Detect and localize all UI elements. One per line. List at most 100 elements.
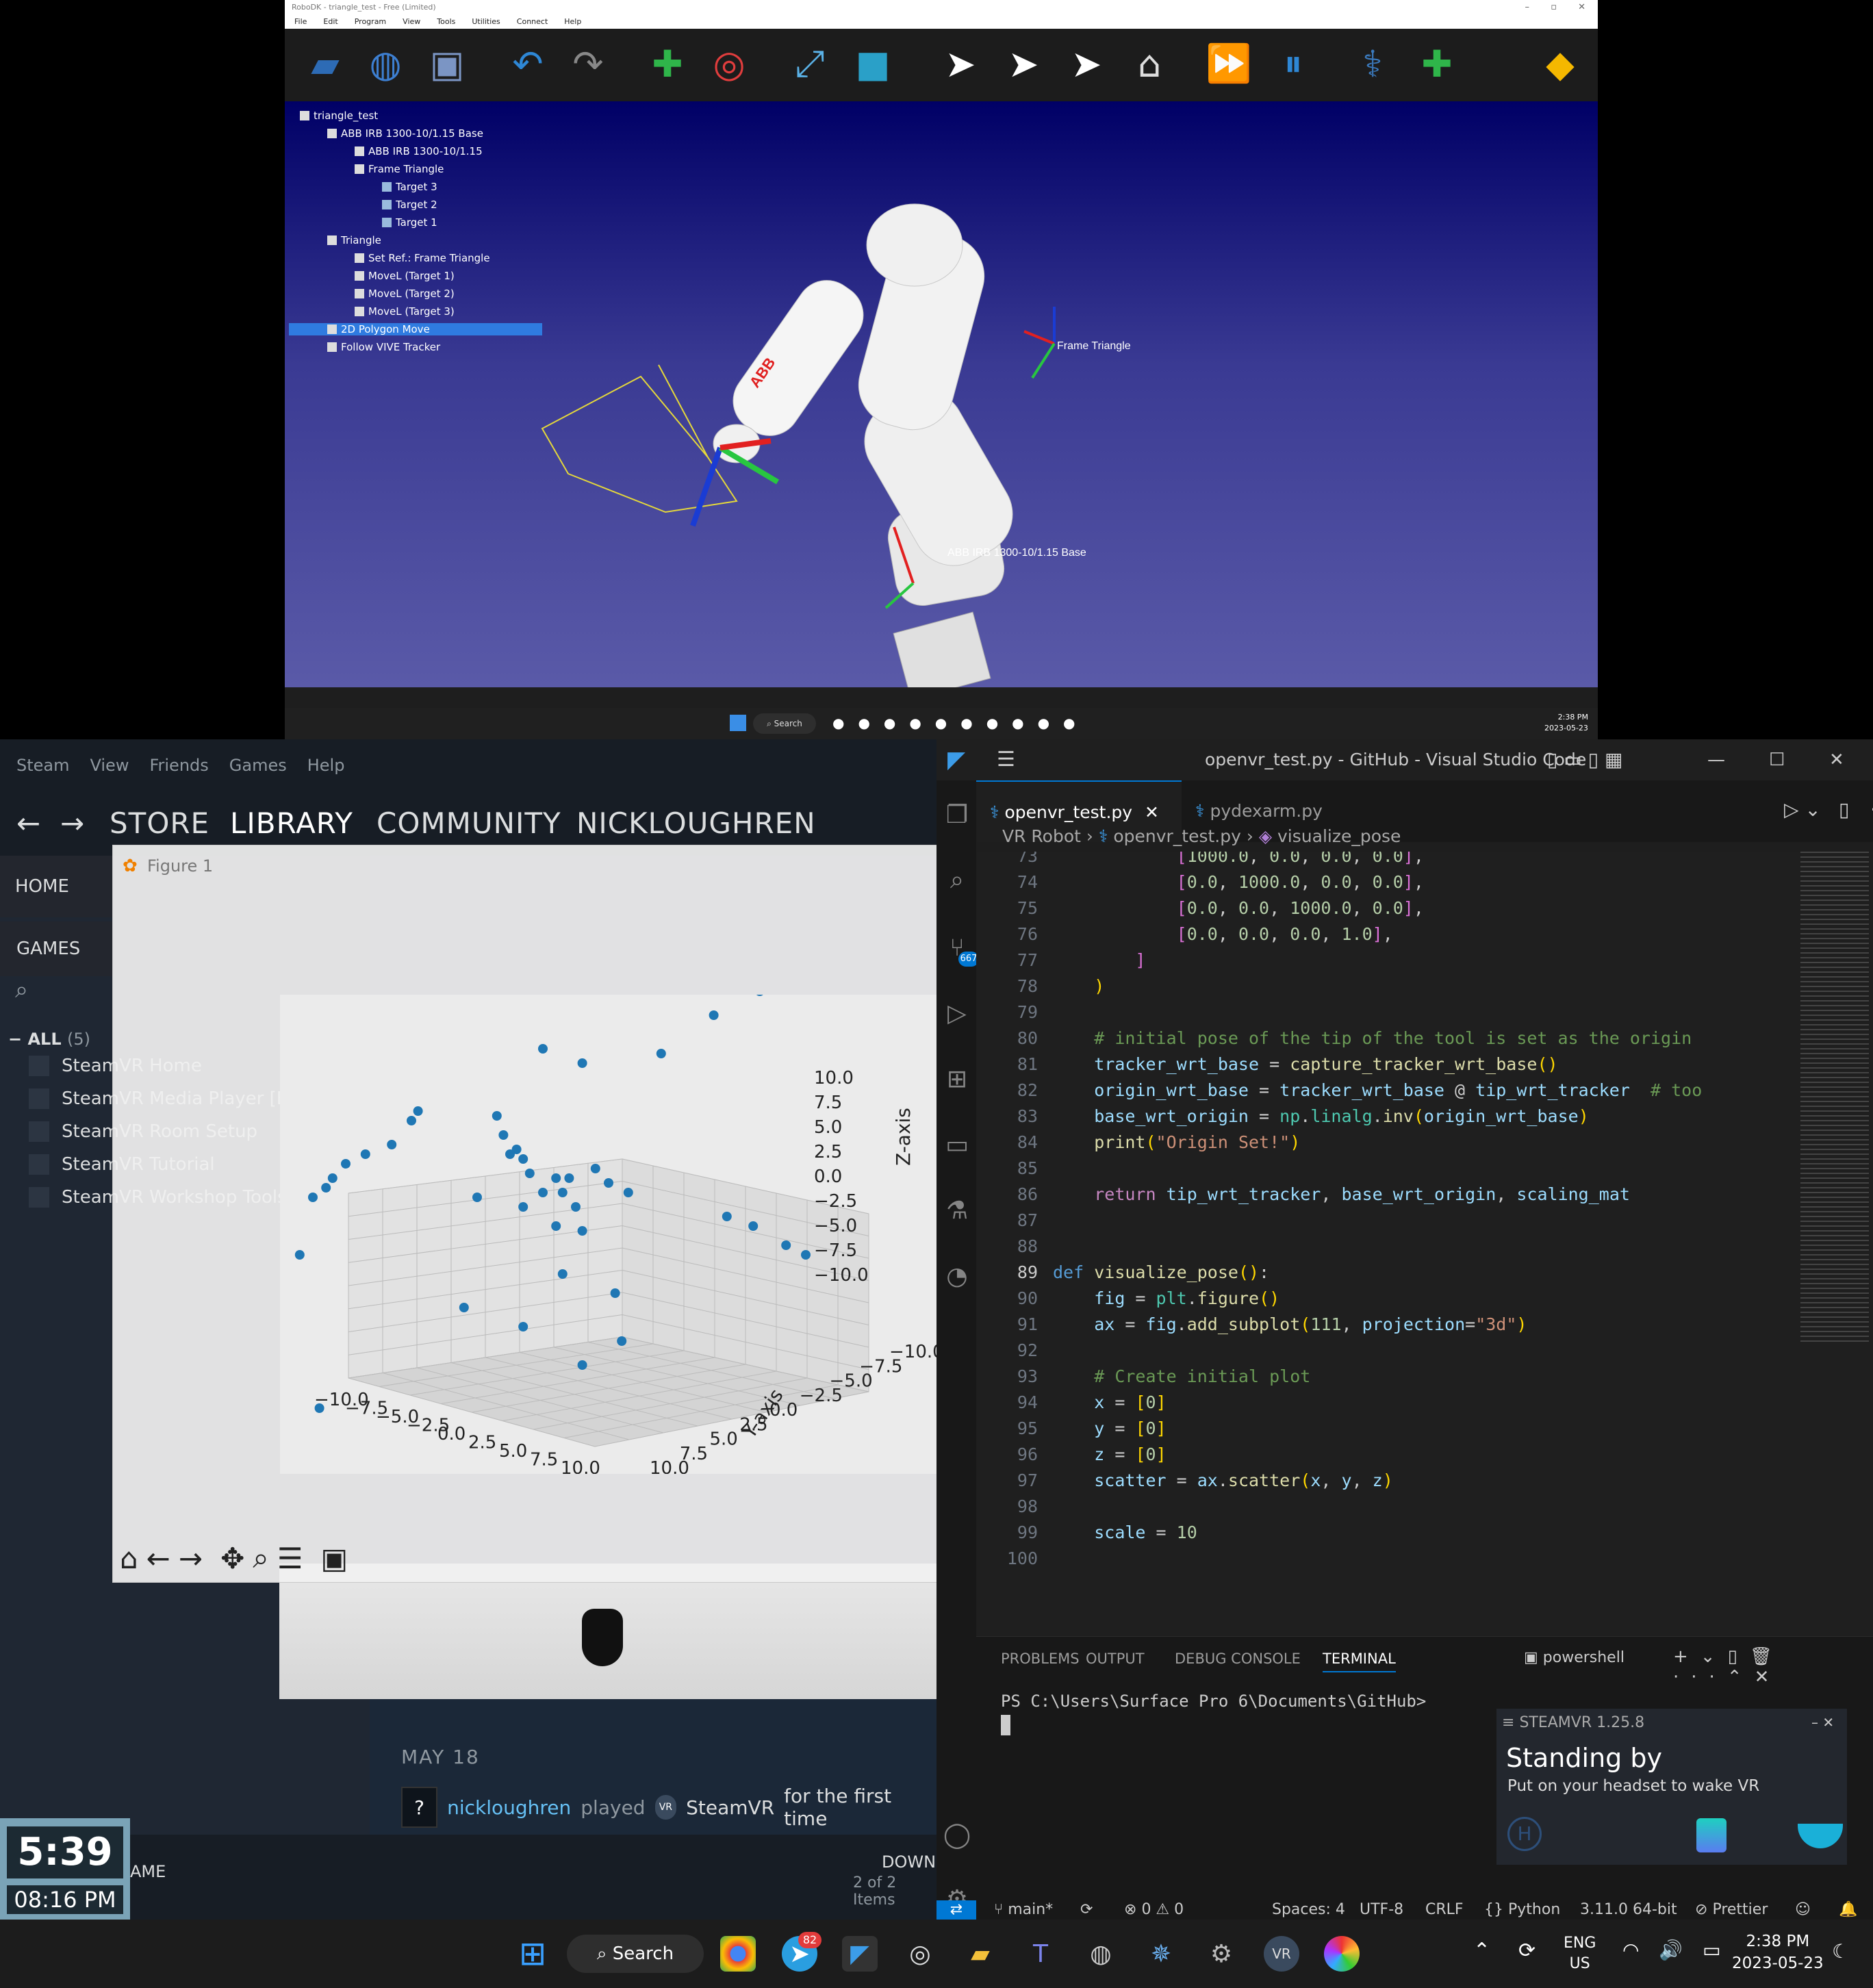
minimize-icon[interactable]: — xyxy=(1707,739,1725,780)
activity-game[interactable]: SteamVR xyxy=(686,1796,774,1819)
close-icon[interactable]: ✕ xyxy=(1578,0,1585,15)
fit-all-icon[interactable]: ⤢ xyxy=(785,38,835,89)
windows-start-icon[interactable] xyxy=(730,715,746,731)
problems-indicator[interactable]: ⊗ 0 ⚠ 0 xyxy=(1124,1900,1184,1920)
feedback-icon[interactable]: ☺ xyxy=(1795,1900,1811,1920)
indentation[interactable]: Spaces: 4 xyxy=(1272,1900,1345,1920)
sync-icon[interactable]: ⟳ xyxy=(1080,1900,1093,1920)
tab-terminal[interactable]: TERMINAL xyxy=(1323,1651,1396,1672)
nav-community[interactable]: COMMUNITY xyxy=(377,806,561,840)
redo-icon[interactable]: ↷ xyxy=(563,38,613,89)
menu-item[interactable]: View xyxy=(90,756,129,775)
language-mode[interactable]: {} Python xyxy=(1484,1900,1560,1920)
tracker-app-icon[interactable]: ✵ xyxy=(1143,1936,1179,1972)
terminal-actions[interactable]: +⌄▯🗑···⌃✕ xyxy=(1673,1646,1873,1687)
search-button[interactable]: ⌕ Search xyxy=(567,1935,704,1973)
undo-icon[interactable]: ↶ xyxy=(502,38,553,89)
system-tray-icons[interactable]: ◠ 🔊 ▭ xyxy=(1622,1939,1728,1961)
run-icon[interactable]: ▷ ⌄ xyxy=(1784,798,1821,821)
color-picker-icon[interactable] xyxy=(1324,1936,1360,1972)
maximize-icon[interactable]: ☐ xyxy=(1769,739,1785,780)
robodk-3d-view[interactable]: triangle_test ABB IRB 1300-10/1.15 Base AB… xyxy=(285,101,1598,687)
search-button[interactable]: ⌕ Search xyxy=(753,713,816,734)
configure-icon[interactable]: ☰ xyxy=(277,1542,303,1575)
tab-problems[interactable]: PROBLEMS xyxy=(1001,1651,1080,1667)
minimize-icon[interactable]: – xyxy=(1525,0,1530,15)
prettier-status[interactable]: ⊘ Prettier xyxy=(1695,1900,1768,1920)
pan-icon[interactable]: ✥ xyxy=(220,1542,244,1575)
add-game-button[interactable]: AME xyxy=(130,1862,166,1881)
notifications-icon[interactable]: ☾ xyxy=(1832,1940,1849,1963)
forward-icon[interactable]: → xyxy=(179,1542,203,1575)
view-cube-icon[interactable]: ■ xyxy=(848,38,898,89)
run-debug-icon[interactable]: ▷ xyxy=(943,999,971,1028)
open-icon[interactable]: ▰ xyxy=(300,38,351,89)
menu-item[interactable]: Friends xyxy=(149,756,208,775)
python-version[interactable]: 3.11.0 64-bit xyxy=(1580,1900,1677,1920)
select-icon[interactable]: ➤ xyxy=(935,38,986,89)
show-hidden-icons[interactable]: ⌃ xyxy=(1473,1939,1490,1963)
pause-icon[interactable]: ⏸ xyxy=(1268,38,1318,89)
edge-icon[interactable]: ◔ xyxy=(943,1262,971,1290)
menu-icon[interactable]: ☰ xyxy=(997,739,1015,780)
avatar[interactable]: ? xyxy=(401,1787,438,1828)
downloads-button[interactable]: DOWNL xyxy=(882,1852,945,1872)
language-indicator[interactable]: ENG US xyxy=(1564,1933,1596,1974)
maximize-icon[interactable]: ▫ xyxy=(1551,0,1557,15)
extensions-icon[interactable]: ⊞ xyxy=(943,1065,971,1093)
add-reference-icon[interactable]: ✚ xyxy=(642,38,693,89)
save-icon[interactable]: ▣ xyxy=(422,38,472,89)
system-clock[interactable]: 2:38 PM 2023-05-23 xyxy=(1732,1930,1824,1974)
terminal-prompt[interactable]: PS C:\Users\Surface Pro 6\Documents\GitH… xyxy=(1001,1692,1426,1711)
teams-icon[interactable]: T xyxy=(1023,1936,1058,1972)
settings-icon[interactable]: ⚙ xyxy=(1203,1936,1239,1972)
nav-store[interactable]: STORE xyxy=(110,806,209,840)
save-icon[interactable]: ▣ xyxy=(320,1542,348,1575)
search-icon[interactable]: ⌕ xyxy=(15,976,28,1004)
menu-item[interactable]: Help xyxy=(307,756,345,775)
activity-user[interactable]: nickloughren xyxy=(447,1796,571,1819)
package-icon[interactable]: ◆ xyxy=(1535,38,1585,89)
more-icon[interactable]: ··· xyxy=(1870,798,1873,821)
robodk-icon[interactable]: ◍ xyxy=(1083,1936,1119,1972)
sync-tray-icon[interactable]: ⟳ xyxy=(1518,1939,1536,1963)
back-icon[interactable]: ← xyxy=(146,1542,170,1575)
windows-start-icon[interactable]: ⊞ xyxy=(515,1935,550,1973)
account-icon[interactable]: ◯ xyxy=(943,1821,971,1849)
chrome-icon[interactable] xyxy=(720,1936,756,1972)
menu-item[interactable]: Connect xyxy=(517,17,548,26)
search-icon[interactable]: ⌕ xyxy=(943,866,971,894)
robot-station-icon[interactable]: ⌂ xyxy=(1124,38,1175,89)
base-station-icon[interactable] xyxy=(1798,1824,1843,1848)
branch-indicator[interactable]: ⑂ main* xyxy=(994,1900,1053,1920)
back-icon[interactable]: ← xyxy=(16,806,41,840)
menu-item[interactable]: Tools xyxy=(437,17,455,26)
notifications-icon[interactable]: 🔔 xyxy=(1839,1900,1857,1920)
breadcrumb-folder[interactable]: VR Robot xyxy=(1002,826,1081,846)
all-games-header[interactable]: − ALL (5) xyxy=(8,1030,90,1049)
menu-item[interactable]: File xyxy=(294,17,307,26)
steamvr-window-controls[interactable]: – ✕ xyxy=(1811,1714,1834,1731)
terminal-shell[interactable]: ▣ powershell xyxy=(1524,1649,1624,1666)
minimap[interactable] xyxy=(1800,852,1869,1345)
code-editor[interactable]: 73 [1000.0, 0.0, 0.0, 0.0], 74 [0.0, 100… xyxy=(976,852,1873,1636)
controller-status-icon[interactable] xyxy=(1696,1818,1727,1852)
split-editor-icon[interactable]: ▯ xyxy=(1839,798,1849,821)
home-icon[interactable]: ⌂ xyxy=(120,1542,138,1575)
steamvr-taskbar-icon[interactable]: VR xyxy=(1264,1936,1299,1972)
menu-item[interactable]: Steam xyxy=(16,756,70,775)
vscode-icon[interactable]: ◤ xyxy=(842,1936,878,1972)
steam-icon[interactable]: ◎ xyxy=(902,1936,938,1972)
headset-status-icon[interactable]: H xyxy=(1507,1817,1542,1851)
menu-item[interactable]: Edit xyxy=(323,17,337,26)
fast-forward-icon[interactable]: ⏩ xyxy=(1203,38,1254,89)
menu-item[interactable]: Games xyxy=(229,756,287,775)
menu-item[interactable]: Utilities xyxy=(472,17,500,26)
globe-icon[interactable]: ◍ xyxy=(360,38,411,89)
line-endings[interactable]: CRLF xyxy=(1425,1900,1464,1920)
breadcrumb-file[interactable]: openvr_test.py xyxy=(1113,826,1241,846)
forward-icon[interactable]: → xyxy=(60,806,85,840)
encoding[interactable]: UTF-8 xyxy=(1360,1900,1403,1920)
scatter-3d-plot[interactable]: −10.0−7.5−5.0−2.50.02.55.07.510.0−10.0−7… xyxy=(280,995,937,1474)
menu-item[interactable]: View xyxy=(403,17,420,26)
